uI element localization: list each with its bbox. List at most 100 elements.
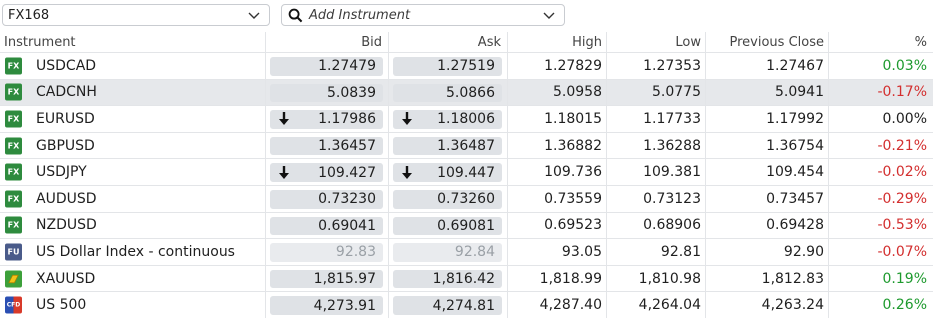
ask-cell[interactable]: 92.84	[388, 239, 507, 265]
ask-cell[interactable]: 4,274.81	[388, 292, 507, 318]
instrument-name: EURUSD	[36, 110, 95, 127]
instrument-cell[interactable]: FX GBPUSD	[0, 133, 265, 159]
previous-close-value: 109.454	[766, 164, 824, 181]
previous-close-value: 92.90	[783, 243, 824, 260]
percent-change-value: 0.19%	[882, 270, 927, 287]
bid-button[interactable]: 0.69041	[270, 216, 383, 236]
bid-value: 1.27479	[318, 58, 376, 75]
ask-cell[interactable]: 0.69081	[388, 213, 507, 239]
bid-button[interactable]: 1.36457	[270, 136, 383, 156]
add-instrument-select[interactable]: Add Instrument	[281, 4, 565, 26]
ask-cell[interactable]: 1.27519	[388, 53, 507, 79]
bid-button[interactable]: 92.83	[270, 243, 383, 262]
ask-value: 4,274.81	[432, 297, 495, 314]
ask-button[interactable]: 1.36487	[393, 136, 502, 156]
table-row[interactable]: XAUUSD 1,815.97 1,816.42 1,818.99 1,810.…	[0, 264, 933, 292]
bid-value: 0.69041	[318, 217, 376, 234]
table-row[interactable]: CFD US 500 4,273.91 4,274.81 4,287.40 4,…	[0, 291, 933, 318]
ask-button[interactable]: 4,274.81	[393, 296, 502, 315]
table-row[interactable]: FX USDCAD 1.27479 1.27519 1.27829 1.2735…	[0, 52, 933, 79]
instrument-cell[interactable]: FU US Dollar Index - continuous	[0, 239, 265, 265]
high-value: 4,287.40	[539, 297, 602, 314]
bid-cell[interactable]: 1.36457	[265, 133, 388, 159]
percent-change-value: -0.02%	[877, 164, 927, 181]
bid-button[interactable]: 0.73230	[270, 189, 383, 209]
column-divider	[265, 32, 266, 318]
table-row[interactable]: FX USDJPY 109.427 109.447 109.736 109.38…	[0, 158, 933, 185]
bid-cell[interactable]: 0.73230	[265, 186, 388, 212]
table-row[interactable]: FX EURUSD 1.17986 1.18006 1.18015 1.1773…	[0, 105, 933, 132]
fx-icon: FX	[5, 110, 22, 128]
bid-value: 0.73230	[318, 191, 376, 208]
instrument-cell[interactable]: CFD US 500	[0, 292, 265, 318]
gold-bar-icon	[5, 270, 22, 288]
bid-cell[interactable]: 0.69041	[265, 213, 388, 239]
ask-button[interactable]: 5.0866	[393, 83, 502, 103]
fx-icon: FX	[5, 57, 22, 75]
bid-button[interactable]: 109.427	[270, 163, 383, 182]
bid-button[interactable]: 1.27479	[270, 57, 383, 76]
ask-button[interactable]: 109.447	[393, 163, 502, 182]
column-divider	[606, 32, 607, 318]
column-header-ask[interactable]: Ask	[388, 32, 507, 52]
column-header-bid[interactable]: Bid	[265, 32, 388, 52]
chevron-down-icon	[248, 12, 260, 19]
table-row[interactable]: FX GBPUSD 1.36457 1.36487 1.36882 1.3628…	[0, 131, 933, 159]
ask-cell[interactable]: 109.447	[388, 159, 507, 185]
instrument-cell[interactable]: FX AUDUSD	[0, 186, 265, 212]
instrument-name: US Dollar Index - continuous	[36, 243, 235, 260]
ask-button[interactable]: 1,816.42	[393, 269, 502, 289]
table-row[interactable]: FU US Dollar Index - continuous 92.83 92…	[0, 238, 933, 265]
bid-button[interactable]: 4,273.91	[270, 296, 383, 315]
low-value: 92.81	[660, 243, 701, 260]
ask-cell[interactable]: 1.36487	[388, 133, 507, 159]
bid-value: 1,815.97	[313, 271, 376, 288]
fx-icon: FX	[5, 137, 22, 155]
ask-cell[interactable]: 0.73260	[388, 186, 507, 212]
ask-button[interactable]: 1.27519	[393, 57, 502, 76]
column-header-previous-close[interactable]: Previous Close	[705, 32, 828, 52]
bid-value: 1.36457	[318, 138, 376, 155]
bid-cell[interactable]: 1.27479	[265, 53, 388, 79]
ask-value: 0.73260	[437, 191, 495, 208]
ask-button[interactable]: 1.18006	[393, 110, 502, 129]
column-header-high[interactable]: High	[507, 32, 606, 52]
ask-button[interactable]: 92.84	[393, 243, 502, 262]
instrument-cell[interactable]: FX NZDUSD	[0, 213, 265, 239]
ask-button[interactable]: 0.73260	[393, 189, 502, 209]
bid-button[interactable]: 5.0839	[270, 83, 383, 103]
column-header-instrument[interactable]: Instrument	[0, 32, 265, 52]
bid-cell[interactable]: 5.0839	[265, 80, 388, 106]
high-value: 1.18015	[544, 110, 602, 127]
table-row[interactable]: FX AUDUSD 0.73230 0.73260 0.73559 0.7312…	[0, 184, 933, 212]
bid-button[interactable]: 1.17986	[270, 110, 383, 129]
bid-value: 1.17986	[318, 111, 376, 128]
instrument-cell[interactable]: XAUUSD	[0, 266, 265, 292]
bid-value: 109.427	[318, 164, 376, 181]
bid-cell[interactable]: 1,815.97	[265, 266, 388, 292]
watchlist-select[interactable]: FX168	[2, 4, 270, 26]
table-row[interactable]: FX CADCNH 5.0839 5.0866 5.0958 5.0775 5.…	[0, 78, 933, 106]
column-header-low[interactable]: Low	[606, 32, 705, 52]
bid-value: 92.83	[335, 244, 376, 261]
fx-icon: FX	[5, 190, 22, 208]
ask-cell[interactable]: 1.18006	[388, 106, 507, 132]
bid-cell[interactable]: 109.427	[265, 159, 388, 185]
table-row[interactable]: FX NZDUSD 0.69041 0.69081 0.69523 0.6890…	[0, 211, 933, 239]
chevron-down-icon	[543, 12, 555, 19]
instrument-cell[interactable]: FX USDCAD	[0, 53, 265, 79]
column-header-percent[interactable]: %	[828, 32, 933, 52]
bid-cell[interactable]: 92.83	[265, 239, 388, 265]
ask-button[interactable]: 0.69081	[393, 216, 502, 236]
column-divider	[705, 32, 706, 318]
bid-cell[interactable]: 1.17986	[265, 106, 388, 132]
instrument-cell[interactable]: FX EURUSD	[0, 106, 265, 132]
ask-cell[interactable]: 1,816.42	[388, 266, 507, 292]
ask-cell[interactable]: 5.0866	[388, 80, 507, 106]
toolbar: FX168 Add Instrument	[0, 0, 933, 30]
arrow-down-icon	[279, 165, 289, 179]
bid-button[interactable]: 1,815.97	[270, 269, 383, 289]
instrument-cell[interactable]: FX USDJPY	[0, 159, 265, 185]
bid-cell[interactable]: 4,273.91	[265, 292, 388, 318]
instrument-cell[interactable]: FX CADCNH	[0, 80, 265, 106]
